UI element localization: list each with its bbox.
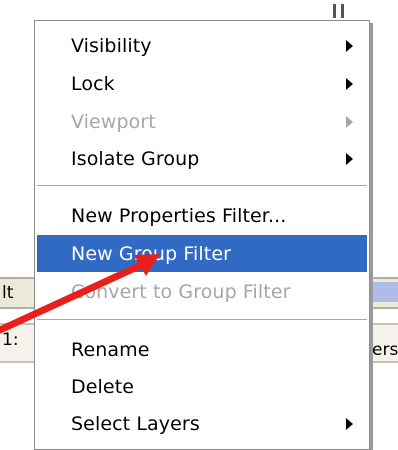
submenu-arrow-icon [346,417,353,430]
menu-item-new-properties-filter[interactable]: New Properties Filter... [37,197,367,234]
menu-item-visibility[interactable]: Visibility [37,27,367,64]
menu-item-label: Delete [71,375,135,398]
background-selected-cell [370,282,398,302]
menu-separator [37,185,367,187]
menu-item-label: New Properties Filter... [71,204,287,227]
menu-item-label: Select Layers [71,412,200,435]
menu-item-label: Visibility [71,34,152,57]
submenu-arrow-icon [346,39,353,52]
background-label-left-top: lt [2,283,14,303]
background-label-right: ers [372,340,398,360]
menu-item-label: Isolate Group [71,147,200,170]
menu-item-label: Convert to Group Filter [71,280,291,303]
submenu-arrow-icon [346,152,353,165]
menu-item-rename[interactable]: Rename [37,331,367,368]
background-label-left-bottom: 1: [2,330,19,350]
submenu-arrow-icon [346,115,353,128]
background-tick-mark [333,4,336,18]
menu-item-label: Rename [71,338,150,361]
menu-item-new-group-filter[interactable]: New Group Filter [37,235,367,272]
menu-item-convert-to-group-filter: Convert to Group Filter [37,273,367,310]
context-menu: Visibility Lock Viewport Isolate Group N… [34,20,370,450]
menu-item-delete[interactable]: Delete [37,368,367,405]
menu-item-label: New Group Filter [71,242,232,265]
menu-item-isolate-group[interactable]: Isolate Group [37,140,367,177]
menu-separator [37,319,367,321]
menu-item-lock[interactable]: Lock [37,65,367,102]
background-tick-mark [341,4,344,18]
menu-item-viewport: Viewport [37,103,367,140]
menu-item-select-layers[interactable]: Select Layers [37,405,367,442]
submenu-arrow-icon [346,77,353,90]
menu-item-label: Lock [71,72,115,95]
menu-item-label: Viewport [71,110,156,133]
